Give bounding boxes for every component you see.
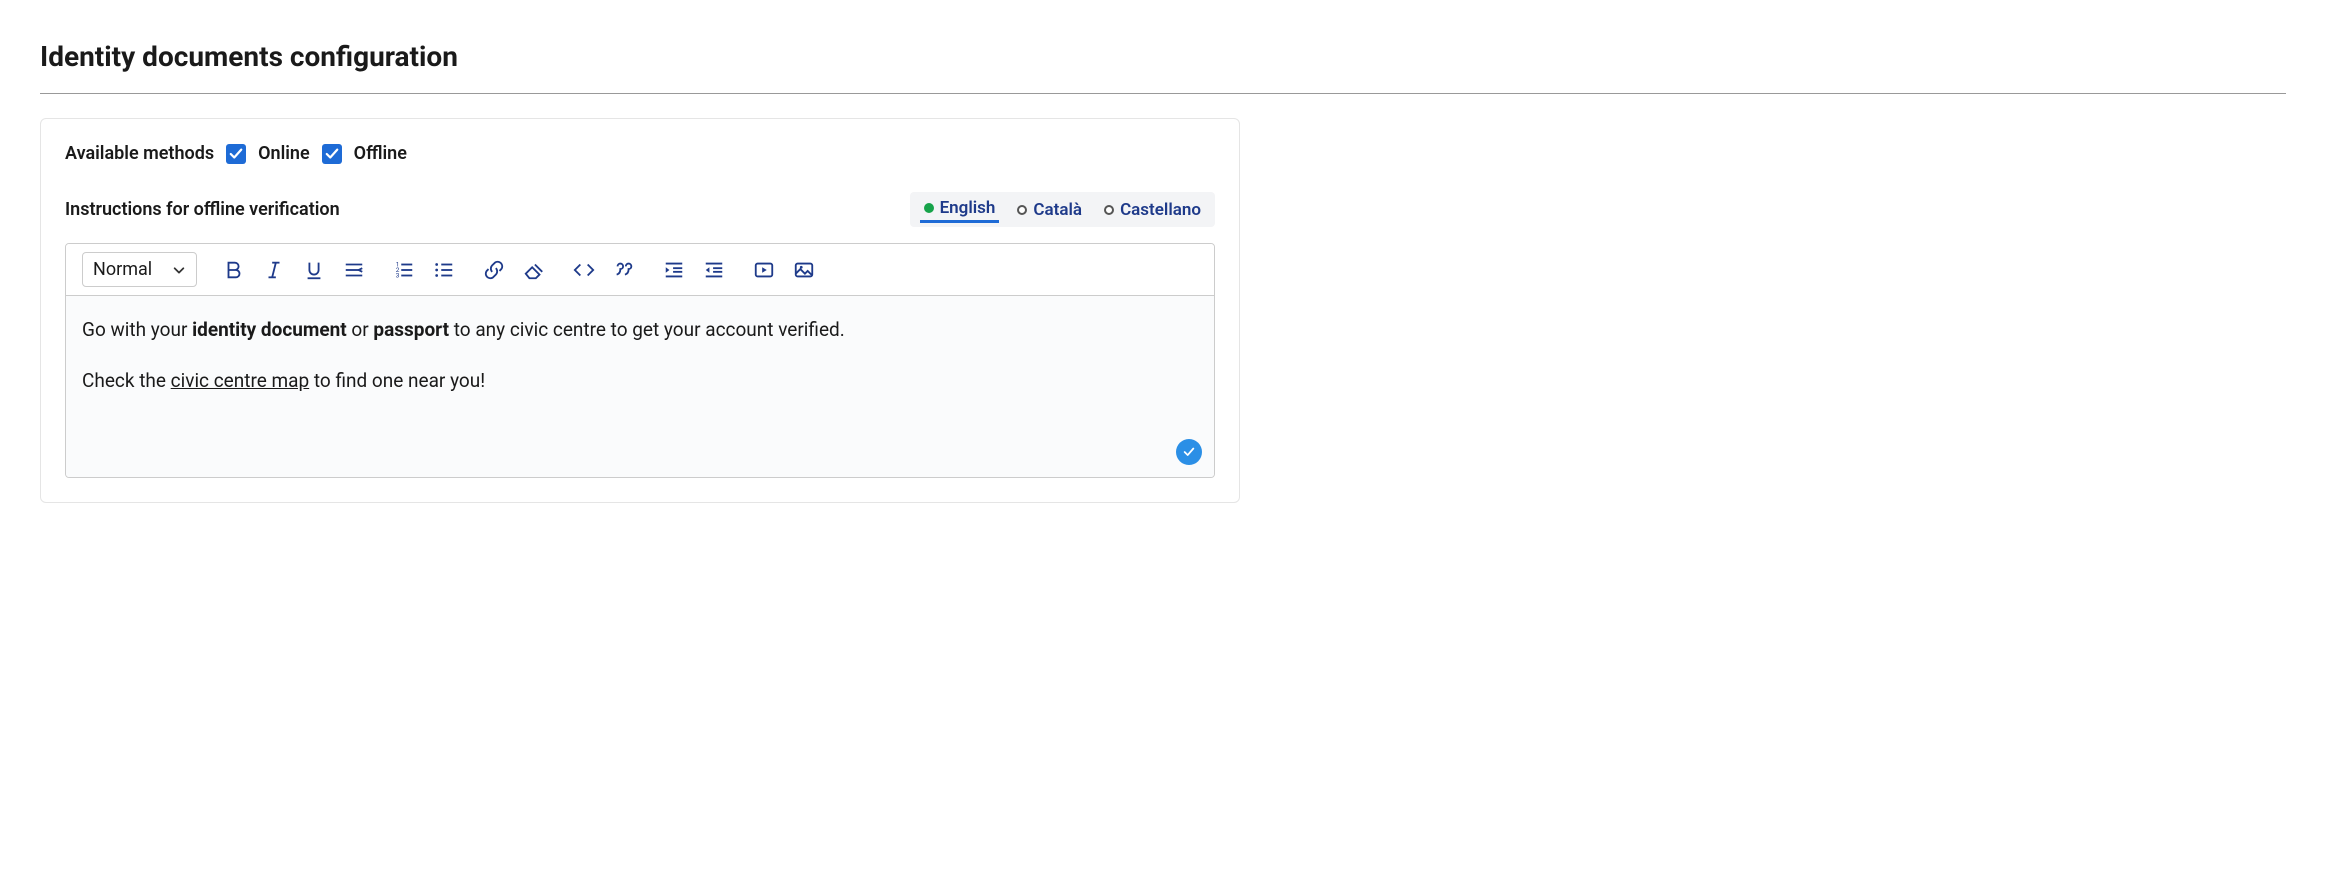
tab-label: Castellano <box>1120 200 1201 220</box>
strikethrough-button[interactable] <box>341 257 367 283</box>
text-format-group <box>221 257 367 283</box>
check-icon <box>325 147 339 161</box>
editor-paragraph: Go with your identity document or passpo… <box>82 316 1198 345</box>
offline-checkbox[interactable] <box>322 144 342 164</box>
rich-text-editor: Normal 123 <box>65 243 1215 478</box>
tab-castellano[interactable]: Castellano <box>1100 198 1205 222</box>
eraser-icon <box>523 259 545 281</box>
available-methods-row: Available methods Online Offline <box>65 143 1215 164</box>
chevron-down-icon <box>172 263 186 277</box>
ordered-list-icon: 123 <box>393 259 415 281</box>
code-quote-group <box>571 257 637 283</box>
text-span: to find one near you! <box>309 369 485 392</box>
underline-button[interactable] <box>301 257 327 283</box>
format-select[interactable]: Normal <box>82 252 197 287</box>
check-icon <box>1182 445 1196 459</box>
italic-icon <box>263 259 285 281</box>
available-methods-label: Available methods <box>65 143 214 164</box>
text-span: Check the <box>82 369 171 392</box>
video-icon <box>753 259 775 281</box>
code-icon <box>573 259 595 281</box>
unordered-list-icon <box>433 259 455 281</box>
instructions-header-row: Instructions for offline verification En… <box>65 192 1215 227</box>
text-span: Go with your <box>82 318 192 341</box>
check-icon <box>229 147 243 161</box>
link-button[interactable] <box>481 257 507 283</box>
tab-catala[interactable]: Català <box>1013 198 1086 222</box>
strikethrough-icon <box>343 259 365 281</box>
online-label: Online <box>258 143 310 164</box>
image-button[interactable] <box>791 257 817 283</box>
link-icon <box>483 259 505 281</box>
image-icon <box>793 259 815 281</box>
media-group <box>751 257 817 283</box>
ordered-list-button[interactable]: 123 <box>391 257 417 283</box>
status-dot-icon <box>924 203 934 213</box>
bold-text: passport <box>373 318 449 341</box>
blockquote-button[interactable] <box>611 257 637 283</box>
code-button[interactable] <box>571 257 597 283</box>
link-text[interactable]: civic centre map <box>171 369 310 392</box>
link-group <box>481 257 547 283</box>
language-tabs: English Català Castellano <box>910 192 1215 227</box>
underline-icon <box>303 259 325 281</box>
status-dot-icon <box>1017 205 1027 215</box>
bold-icon <box>223 259 245 281</box>
text-span: or <box>347 318 374 341</box>
instructions-label: Instructions for offline verification <box>65 199 340 220</box>
editor-paragraph: Check the civic centre map to find one n… <box>82 367 1198 396</box>
quote-icon <box>613 259 635 281</box>
outdent-icon <box>703 259 725 281</box>
bold-button[interactable] <box>221 257 247 283</box>
outdent-button[interactable] <box>701 257 727 283</box>
config-card: Available methods Online Offline Instruc… <box>40 118 1240 503</box>
tab-label: English <box>940 198 996 218</box>
clean-button[interactable] <box>521 257 547 283</box>
list-group: 123 <box>391 257 457 283</box>
bold-text: identity document <box>192 318 347 341</box>
format-select-value: Normal <box>93 259 152 280</box>
editor-toolbar: Normal 123 <box>66 244 1214 296</box>
indent-group <box>661 257 727 283</box>
text-span: to any civic centre to get your account … <box>449 318 845 341</box>
italic-button[interactable] <box>261 257 287 283</box>
editor-content[interactable]: Go with your identity document or passpo… <box>66 296 1214 477</box>
unordered-list-button[interactable] <box>431 257 457 283</box>
tab-label: Català <box>1033 200 1082 220</box>
indent-button[interactable] <box>661 257 687 283</box>
indent-icon <box>663 259 685 281</box>
online-checkbox[interactable] <box>226 144 246 164</box>
saved-indicator <box>1176 439 1202 465</box>
page-title: Identity documents configuration <box>40 40 2286 73</box>
status-dot-icon <box>1104 205 1114 215</box>
offline-label: Offline <box>354 143 407 164</box>
tab-english[interactable]: English <box>920 196 1000 223</box>
video-button[interactable] <box>751 257 777 283</box>
divider <box>40 93 2286 94</box>
svg-text:3: 3 <box>396 271 400 279</box>
